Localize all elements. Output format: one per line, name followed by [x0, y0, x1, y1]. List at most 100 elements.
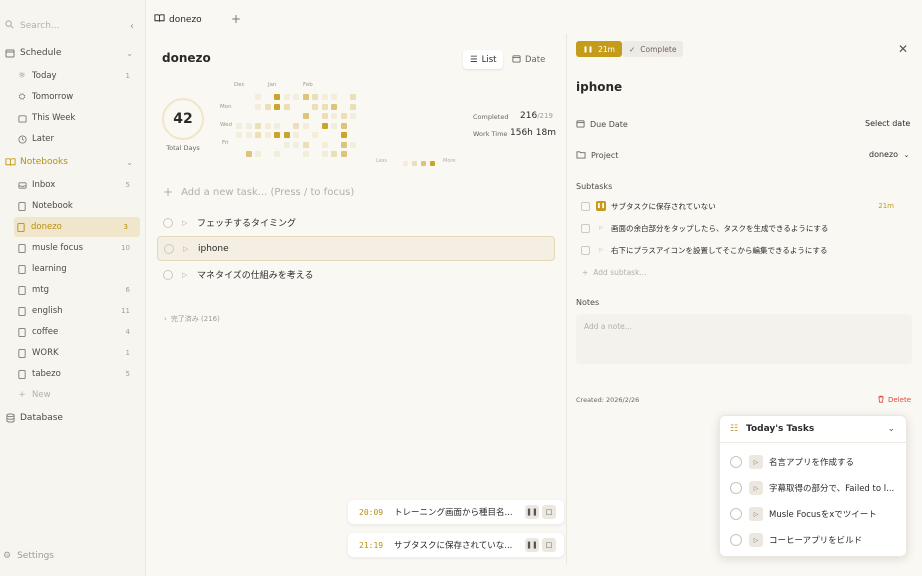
chevron-down-icon[interactable]: ⌄ — [126, 158, 133, 167]
heatmap-cell — [245, 151, 252, 157]
sidebar-item-today[interactable]: ☼ Today 1 — [15, 66, 142, 86]
play-icon[interactable]: ▷ — [749, 455, 763, 469]
heatmap-cell — [340, 113, 347, 119]
task-row[interactable]: ▷ マネタイズの仕組みを考える — [157, 262, 555, 287]
collapse-sidebar-icon[interactable]: ‹ — [130, 21, 134, 32]
timer-title: サブタスクに保存されていな... — [394, 541, 513, 551]
pause-icon[interactable]: ❚❚ — [596, 201, 606, 211]
task-row[interactable]: ▷ iphone — [157, 236, 555, 261]
search-input[interactable]: Search... — [20, 21, 60, 31]
add-task-input[interactable]: + Add a new task... (Press / to focus) — [163, 185, 354, 199]
complete-button[interactable]: ✓ Complete — [622, 41, 684, 57]
completed-toggle[interactable]: › 完了済み (216) — [164, 314, 220, 324]
subtask-row[interactable]: ▷ 右下にプラスアイコンを設置してそこから編集できるようにする — [576, 240, 912, 260]
subtask-checkbox[interactable] — [581, 245, 590, 255]
sidebar-item-mtg[interactable]: mtg 6 — [15, 280, 142, 300]
total-days-label: Total Days — [166, 144, 200, 152]
chevron-down-icon[interactable]: ⌄ — [126, 49, 133, 58]
sidebar-item-coffee[interactable]: coffee 4 — [15, 322, 142, 342]
view-list-button[interactable]: ☰ List — [463, 50, 504, 69]
chevron-down-icon[interactable]: ⌄ — [887, 424, 895, 434]
sidebar-item-later[interactable]: Later — [15, 129, 142, 149]
notebook-icon — [15, 262, 29, 276]
stop-icon[interactable]: □ — [542, 538, 556, 552]
play-icon[interactable]: ▷ — [596, 245, 606, 255]
play-icon[interactable]: ▷ — [596, 223, 606, 233]
list-item[interactable]: ▷ 名言アプリを作成する — [720, 452, 906, 472]
heatmap-cell — [255, 122, 261, 129]
sidebar-search[interactable]: Search... ‹ — [5, 20, 137, 32]
task-row[interactable]: ▷ フェッチするタイミング — [157, 210, 555, 235]
view-date-button[interactable]: Date — [505, 50, 552, 69]
new-notebook-button[interactable]: + New — [15, 385, 142, 405]
task-checkbox[interactable] — [163, 217, 173, 228]
task-checkbox[interactable] — [730, 482, 742, 494]
sidebar-item-tabezo[interactable]: tabezo 5 — [15, 364, 142, 384]
sidebar-item-english[interactable]: english 11 — [15, 301, 142, 321]
task-checkbox[interactable] — [164, 243, 174, 254]
project-select[interactable]: donezo ⌄ — [869, 150, 909, 159]
calendar-icon — [576, 119, 585, 130]
worktime-value: 156h 18m — [510, 128, 556, 138]
subtask-title: 画面の余白部分をタップしたら、タスクを生成できるようにする — [611, 223, 829, 233]
sidebar-item-notebook[interactable]: Notebook — [15, 196, 142, 216]
task-checkbox[interactable] — [730, 456, 742, 468]
subtask-row[interactable]: ❚❚ サブタスクに保存されていない 21m — [576, 196, 912, 216]
play-icon[interactable]: ▷ — [749, 533, 763, 547]
sidebar-item-work[interactable]: WORK 1 — [15, 343, 142, 363]
pause-icon[interactable]: ❚❚ — [525, 505, 539, 519]
heatmap-legend-swatch — [421, 161, 426, 166]
sidebar-item-donezo[interactable]: donezo 3 — [14, 217, 140, 237]
subtask-checkbox[interactable] — [581, 223, 590, 233]
total-days-value: 42 — [173, 111, 193, 127]
task-checkbox[interactable] — [163, 269, 173, 280]
sidebar-item-musle-focus[interactable]: musle focus 10 — [15, 238, 142, 258]
heatmap-cell — [340, 151, 347, 157]
subtask-checkbox[interactable] — [581, 201, 590, 211]
stop-icon[interactable]: □ — [542, 505, 556, 519]
notes-field[interactable]: Add a note... — [576, 314, 912, 364]
sidebar-item-learning[interactable]: learning — [15, 259, 142, 279]
sidebar-item-label: Today — [32, 71, 57, 81]
play-icon[interactable]: ▷ — [183, 245, 188, 253]
play-icon[interactable]: ▷ — [749, 507, 763, 521]
play-icon[interactable]: ▷ — [182, 271, 187, 279]
heatmap-cell — [312, 132, 318, 138]
sidebar-item-tomorrow[interactable]: ⛭ Tomorrow — [15, 87, 142, 107]
heatmap-cell — [321, 151, 328, 157]
notebook-icon — [15, 199, 29, 213]
play-icon[interactable]: ▷ — [749, 481, 763, 495]
heatmap-cell — [255, 103, 261, 110]
due-date-select[interactable]: Select date — [865, 119, 910, 128]
sidebar-item-label: Later — [32, 134, 55, 144]
sidebar-item-count: 1 — [125, 349, 130, 357]
tab-donezo[interactable]: donezo — [154, 13, 202, 26]
sidebar-item-database[interactable]: Database — [3, 408, 145, 428]
list-item[interactable]: ▷ 字幕取得の部分で、Failed to l... — [720, 478, 906, 498]
notes-label: Notes — [576, 298, 600, 307]
task-checkbox[interactable] — [730, 534, 742, 546]
subtask-row[interactable]: ▷ 画面の余白部分をタップしたら、タスクを生成できるようにする — [576, 218, 912, 238]
list-item[interactable]: ▷ Musle Focusをxでツイート — [720, 504, 906, 524]
list-item[interactable]: ▷ コーヒーアプリをビルド — [720, 530, 906, 550]
sidebar-item-this-week[interactable]: This Week — [15, 108, 142, 128]
clock-icon — [15, 132, 29, 146]
sidebar-item-label: Notebook — [32, 201, 73, 211]
sidebar-section-notebooks[interactable]: Notebooks ⌄ — [3, 152, 145, 172]
add-tab-button[interactable]: + — [231, 12, 241, 26]
timer-badge[interactable]: ❚❚ 21m — [576, 41, 622, 57]
add-subtask-input[interactable]: + Add subtask... — [582, 268, 647, 277]
sidebar-section-schedule[interactable]: Schedule ⌄ — [3, 43, 145, 63]
running-timer[interactable]: 20:09 トレーニング画面から種目名... ❚❚ □ — [348, 500, 564, 524]
todays-tasks-header[interactable]: ☷ Today's Tasks ⌄ — [720, 416, 906, 443]
pause-icon[interactable]: ❚❚ — [525, 538, 539, 552]
task-checkbox[interactable] — [730, 508, 742, 520]
play-icon[interactable]: ▷ — [182, 219, 187, 227]
sidebar-item-inbox[interactable]: Inbox 5 — [15, 175, 142, 195]
settings-button[interactable]: ⚙ Settings — [3, 551, 54, 561]
project-property: Project — [576, 150, 618, 161]
new-notebook-label: New — [32, 390, 51, 400]
delete-button[interactable]: Delete — [877, 395, 911, 405]
running-timer[interactable]: 21:19 サブタスクに保存されていな... ❚❚ □ — [348, 533, 564, 557]
close-icon[interactable]: ✕ — [898, 42, 908, 56]
